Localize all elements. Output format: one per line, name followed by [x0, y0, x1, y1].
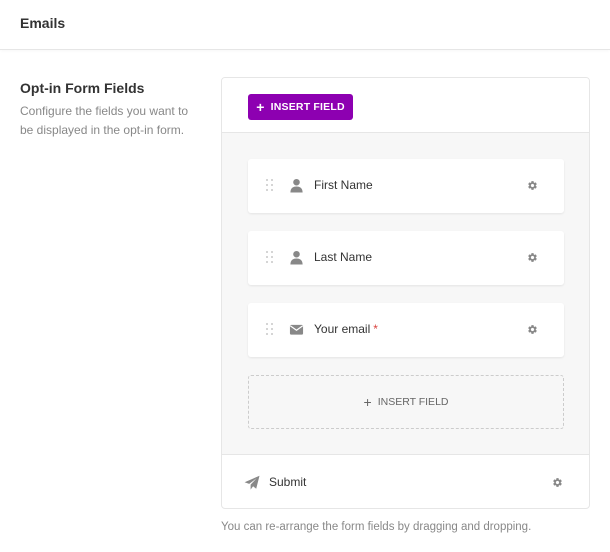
gear-icon[interactable]	[527, 324, 538, 335]
drag-handle-icon[interactable]	[266, 323, 274, 337]
drag-handle-icon[interactable]	[266, 179, 274, 193]
field-row-first-name[interactable]: First Name	[248, 159, 564, 213]
field-label: Your email *	[314, 322, 378, 337]
panel-toolbar: + INSERT FIELD	[222, 78, 589, 133]
user-icon	[290, 178, 303, 193]
gear-icon[interactable]	[527, 180, 538, 191]
submit-row[interactable]: Submit	[222, 455, 589, 508]
gear-icon[interactable]	[552, 477, 563, 488]
insert-field-label: INSERT FIELD	[270, 101, 345, 113]
gear-icon[interactable]	[527, 252, 538, 263]
user-icon	[290, 250, 303, 265]
paper-plane-icon	[244, 475, 260, 490]
plus-icon: +	[363, 394, 372, 410]
section-title: Opt-in Form Fields	[20, 80, 145, 96]
drag-handle-icon[interactable]	[266, 251, 274, 265]
helper-text: You can re-arrange the form fields by dr…	[221, 521, 532, 533]
insert-field-button[interactable]: + INSERT FIELD	[248, 94, 353, 120]
form-fields-panel: + INSERT FIELD First Name Last Name Your…	[221, 77, 590, 509]
page-title: Emails	[20, 15, 66, 31]
field-label: First Name	[314, 178, 373, 192]
field-row-last-name[interactable]: Last Name	[248, 231, 564, 285]
insert-field-label: INSERT FIELD	[377, 396, 449, 408]
page-header: Emails	[0, 0, 610, 50]
fields-list: First Name Last Name Your email * + INSE…	[222, 133, 589, 455]
field-label: Last Name	[314, 250, 373, 264]
submit-label: Submit	[269, 475, 307, 489]
envelope-icon	[289, 324, 304, 335]
section-description: Configure the fields you want to be disp…	[20, 104, 189, 137]
plus-icon: +	[256, 99, 265, 115]
field-row-email[interactable]: Your email *	[248, 303, 564, 357]
field-label-text: Your email	[314, 322, 371, 336]
required-marker: *	[373, 322, 378, 336]
insert-field-dropzone-button[interactable]: + INSERT FIELD	[248, 375, 564, 429]
